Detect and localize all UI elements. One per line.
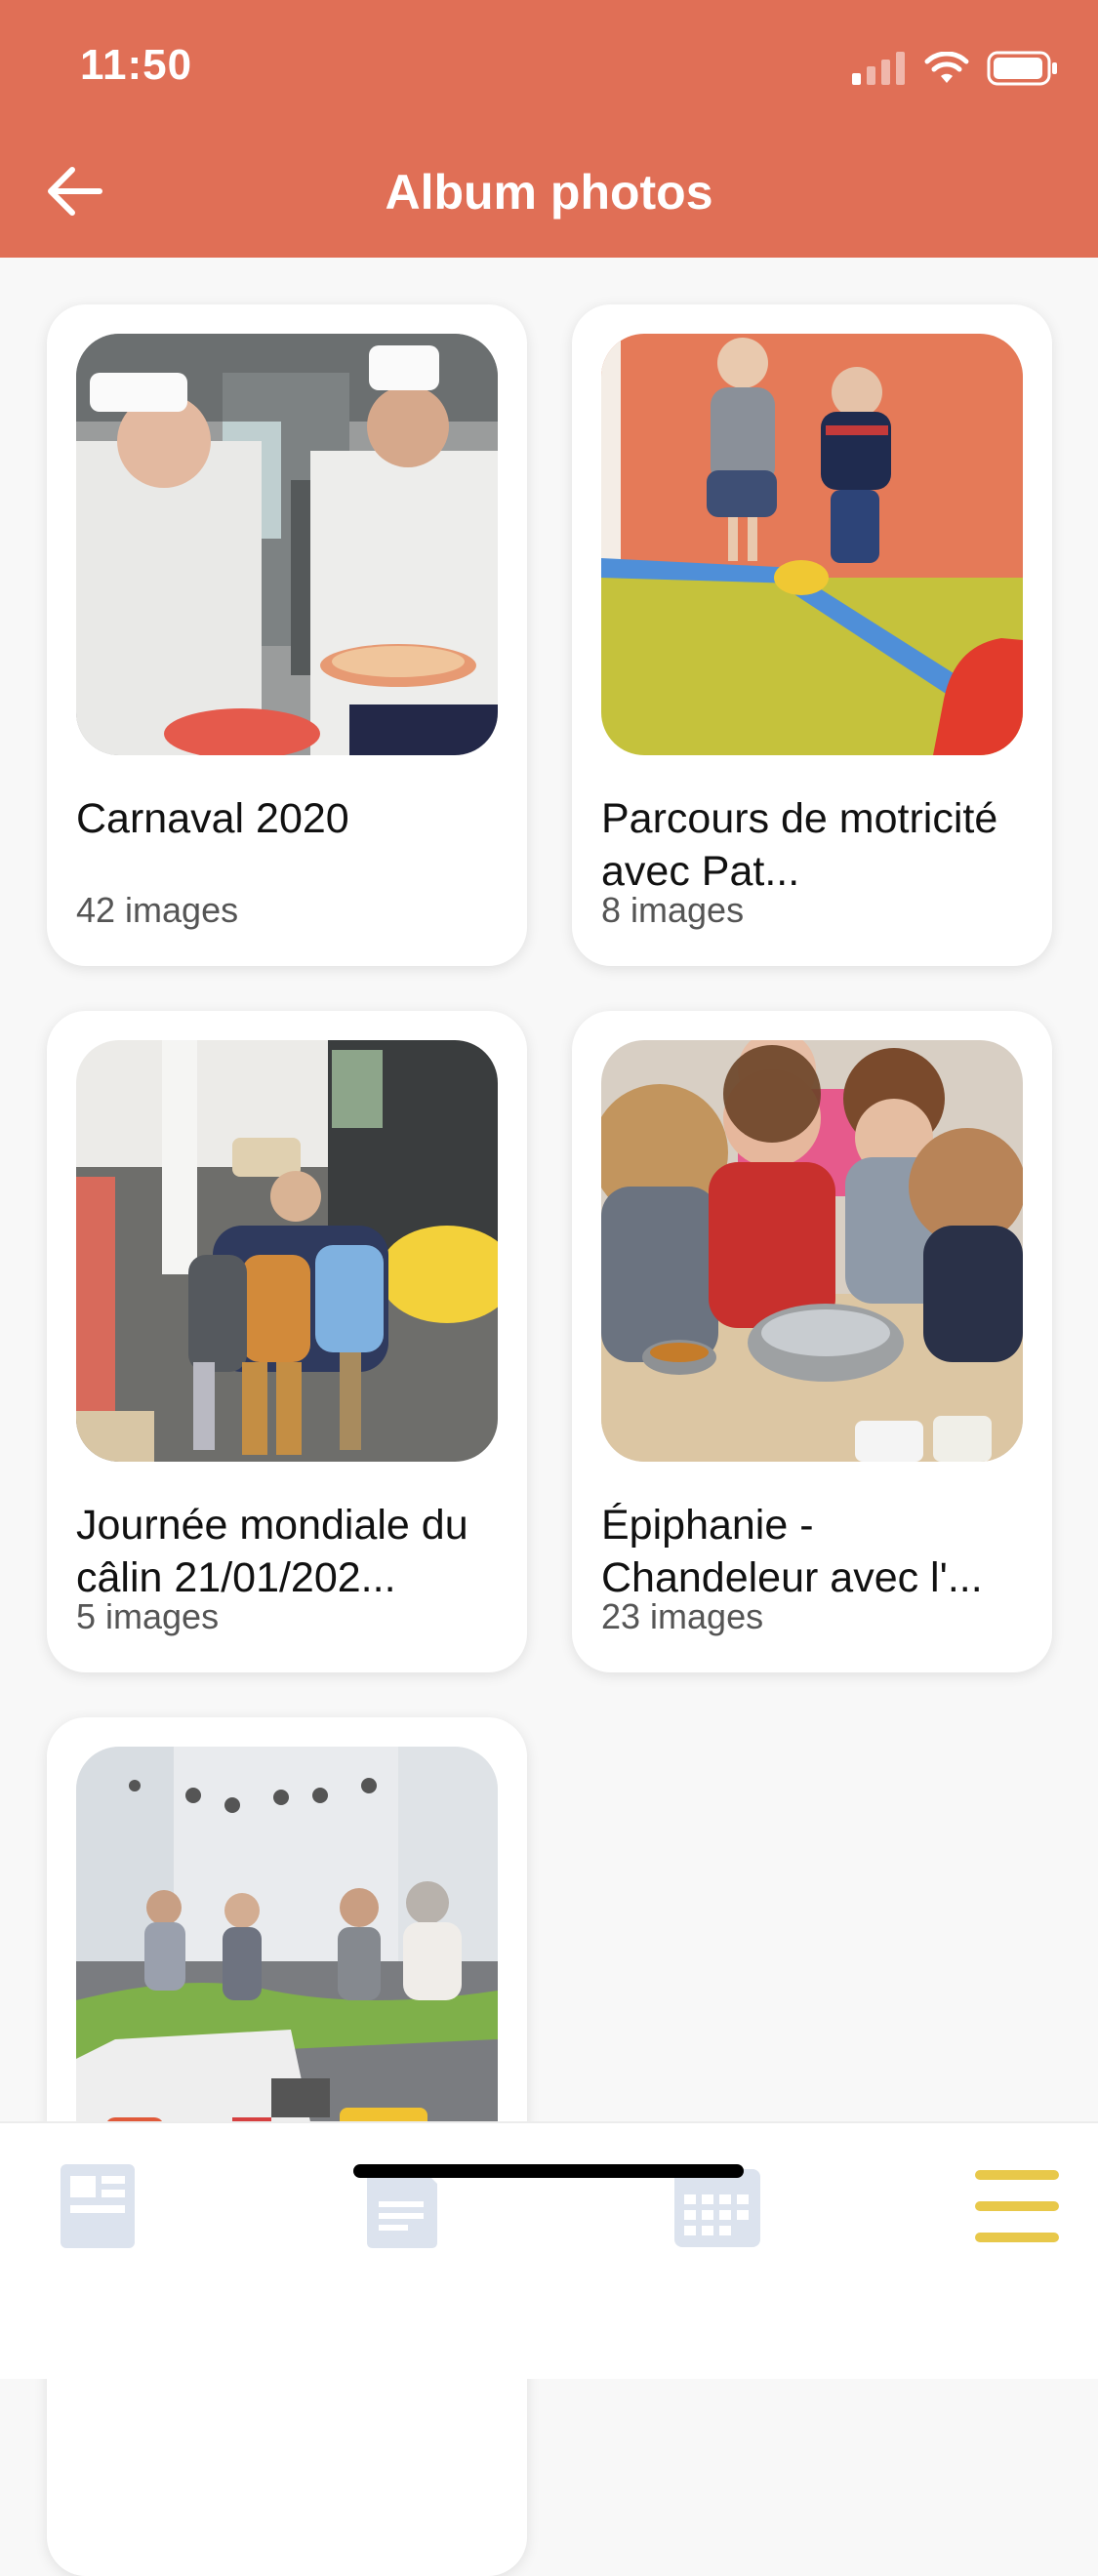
album-image-count: 42 images — [76, 890, 239, 930]
nav-menu[interactable] — [958, 2153, 1076, 2260]
album-title: Carnaval 2020 — [76, 795, 349, 842]
album-card[interactable]: Épiphanie - Chandeleur avec l'... 23 ima… — [572, 1011, 1052, 1672]
wifi-icon — [924, 52, 969, 83]
album-title: Parcours de motricité avec Pat... — [601, 795, 998, 895]
app-header: 11:50 Album photos — [0, 0, 1098, 258]
album-image-count: 8 images — [601, 890, 745, 930]
album-card[interactable]: Parcours de motricité avec Pat... 8 imag… — [572, 304, 1052, 966]
album-title: Épiphanie - Chandeleur avec l'... — [601, 1502, 983, 1601]
signal-icon — [852, 52, 905, 85]
album-thumbnail — [76, 1747, 498, 2168]
album-thumbnail — [601, 1040, 1023, 1462]
album-thumbnail — [76, 1040, 498, 1462]
album-image-count: 23 images — [601, 1596, 764, 1636]
album-card[interactable]: Journée mondiale du câlin 21/01/202... 5… — [47, 1011, 527, 1672]
album-title: Journée mondiale du câlin 21/01/202... — [76, 1502, 468, 1601]
album-image-count: 5 images — [76, 1596, 220, 1636]
album-thumbnail — [601, 334, 1023, 755]
album-card[interactable]: Carnaval 2020 42 images — [47, 304, 527, 966]
nav-news[interactable] — [39, 2153, 156, 2260]
battery-icon — [987, 51, 1057, 86]
home-indicator — [353, 2164, 744, 2178]
album-thumbnail — [76, 334, 498, 755]
status-time: 11:50 — [80, 41, 193, 89]
menu-icon — [975, 2170, 1059, 2242]
status-icons — [852, 47, 1059, 90]
bottom-nav — [0, 2121, 1098, 2379]
page-title: Album photos — [385, 165, 713, 220]
news-icon — [61, 2164, 135, 2248]
